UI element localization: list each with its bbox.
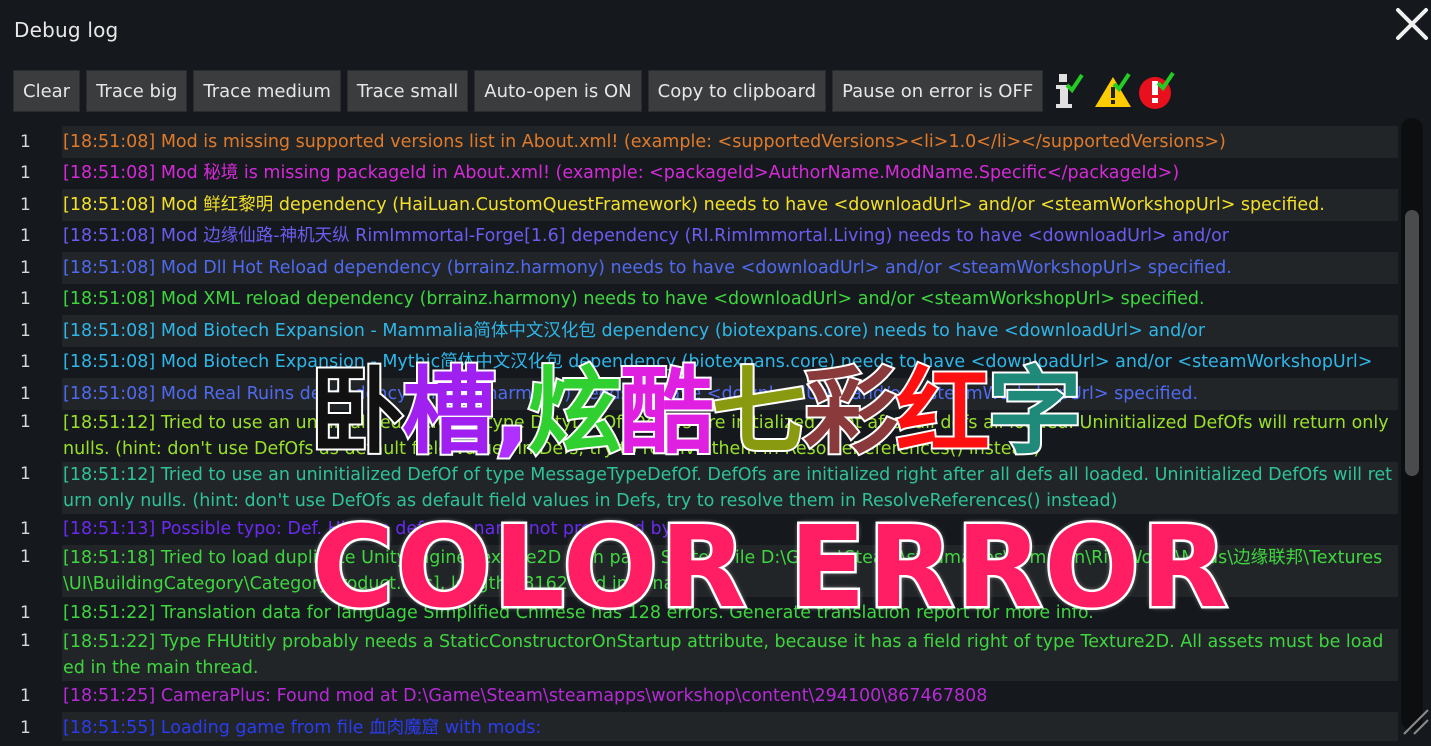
trace-medium-button[interactable]: Trace medium <box>193 70 341 112</box>
overlay-char: 字 <box>986 358 1084 467</box>
close-icon[interactable] <box>1392 4 1431 44</box>
error-toggle-icon[interactable] <box>1137 71 1175 111</box>
overlay-char: 酷 <box>618 358 716 467</box>
log-row-message: [18:51:55] Loading game from file 血肉魔窟 w… <box>62 712 1398 741</box>
log-row-count <box>0 117 62 126</box>
scrollbar-thumb[interactable] <box>1405 210 1419 476</box>
log-row-count: 1 <box>0 545 62 597</box>
warning-toggle-icon[interactable] <box>1094 71 1132 111</box>
log-row[interactable]: 1 [18:51:55] Loading game from file 血肉魔窟 … <box>0 712 1398 741</box>
log-row[interactable]: 1 [18:51:22] Type FHUtitly probably needs… <box>0 628 1398 681</box>
log-row-count: 1 <box>0 157 62 189</box>
log-row[interactable]: 1 [18:51:08] Mod 鲜红黎明 dependency (HaiLuan… <box>0 189 1398 221</box>
log-row[interactable]: 1 [18:51:08] Mod Biotech Expansion - Mamm… <box>0 315 1398 347</box>
log-row-count: 1 <box>0 189 62 221</box>
log-row-message <box>62 117 1398 126</box>
log-row-count: 1 <box>0 628 62 681</box>
log-row[interactable]: 1 [18:51:25] CameraPlus: Found mod at D:\… <box>0 680 1398 712</box>
overlay-char: 七 <box>710 358 808 467</box>
log-row-count: 1 <box>0 712 62 741</box>
copy-to-clipboard-button[interactable]: Copy to clipboard <box>647 70 827 112</box>
log-row-count: 1 <box>0 461 62 514</box>
resize-handle-icon[interactable] <box>1400 706 1430 736</box>
log-row-message: [18:51:08] Mod is missing supported vers… <box>62 126 1398 158</box>
log-row[interactable]: 1 [18:51:08] Mod XML reload dependency (b… <box>0 283 1398 315</box>
log-row[interactable]: 1 [18:51:08] Mod is missing supported ver… <box>0 126 1398 158</box>
log-row-message: [18:51:08] Mod Dll Hot Reload dependency… <box>62 252 1398 284</box>
info-toggle-icon[interactable] <box>1051 71 1087 111</box>
log-row-message: [18:51:08] Mod 秘境 is missing packageId i… <box>62 157 1398 189</box>
debug-log-window: Debug log Clear Trace big Trace medium T… <box>0 0 1431 746</box>
log-row-count: 1 <box>0 346 62 378</box>
log-row-count: 1 <box>0 409 62 462</box>
pause-on-error-toggle-button[interactable]: Pause on error is OFF <box>832 70 1044 112</box>
log-row[interactable] <box>0 117 1398 126</box>
log-row-count: 1 <box>0 315 62 347</box>
log-row-count: 1 <box>0 597 62 629</box>
log-row[interactable]: 1 [18:51:08] Mod 秘境 is missing packageId … <box>0 157 1398 189</box>
log-row-message: [18:51:25] CameraPlus: Found mod at D:\G… <box>62 680 1398 712</box>
log-row-count: 1 <box>0 252 62 284</box>
log-row-count: 1 <box>0 680 62 712</box>
window-title: Debug log <box>14 18 119 42</box>
log-row[interactable]: 1 [18:51:08] Mod Dll Hot Reload dependenc… <box>0 252 1398 284</box>
overlay-char: 彩 <box>802 358 900 467</box>
toolbar: Clear Trace big Trace medium Trace small… <box>13 70 1178 112</box>
overlay-char: , <box>492 358 532 467</box>
overlay-char: 红 <box>894 358 992 467</box>
log-row-message: [18:51:22] Type FHUtitly probably needs … <box>62 628 1398 681</box>
log-row-count: 1 <box>0 513 62 545</box>
log-row-message: [18:51:08] Mod 鲜红黎明 dependency (HaiLuan.… <box>62 189 1398 221</box>
log-row-count: 1 <box>0 220 62 252</box>
clear-button[interactable]: Clear <box>13 70 81 112</box>
log-row-count: 1 <box>0 378 62 410</box>
log-row-message: [18:51:08] Mod 边缘仙路-神机天纵 RimImmortal-For… <box>62 220 1398 252</box>
overlay-char: 炫 <box>526 358 624 467</box>
trace-big-button[interactable]: Trace big <box>86 70 188 112</box>
overlay-char: 卧 <box>308 358 406 467</box>
log-row-count: 1 <box>0 126 62 158</box>
log-row-message: [18:51:08] Mod Biotech Expansion - Mamma… <box>62 315 1398 347</box>
auto-open-toggle-button[interactable]: Auto-open is ON <box>474 70 642 112</box>
trace-small-button[interactable]: Trace small <box>346 70 469 112</box>
log-row-count: 1 <box>0 283 62 315</box>
overlay-char: 槽 <box>400 358 498 467</box>
log-row-message: [18:51:08] Mod XML reload dependency (br… <box>62 283 1398 315</box>
overlay-colorful-chinese-text: 卧槽,炫酷七彩红字 <box>308 364 1084 462</box>
overlay-color-error-banner: COLOR ERROR <box>310 503 1231 633</box>
log-row[interactable]: 1 [18:51:08] Mod 边缘仙路-神机天纵 RimImmortal-Fo… <box>0 220 1398 252</box>
